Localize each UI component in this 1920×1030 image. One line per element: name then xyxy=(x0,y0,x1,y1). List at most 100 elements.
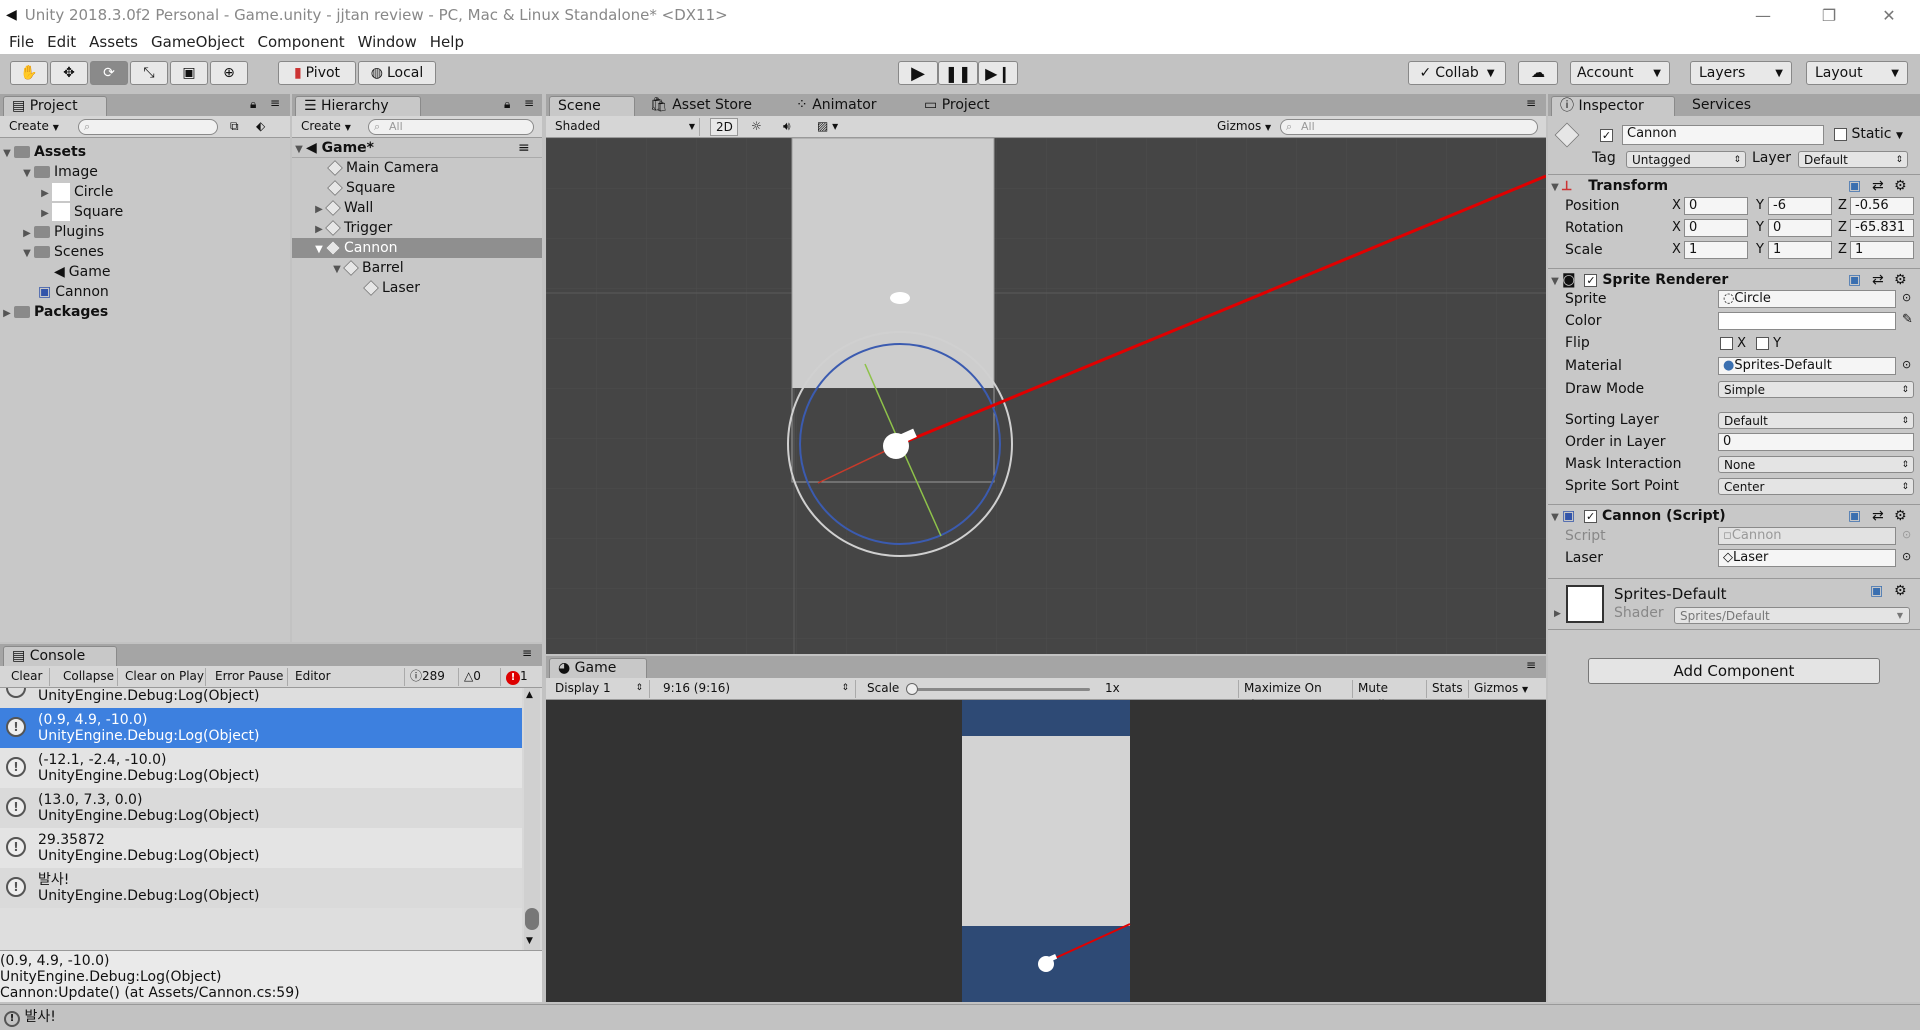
scene-root-game[interactable]: ▼ ◀ Game* ≡ xyxy=(292,138,542,158)
filter-label-icon[interactable]: ⬖ xyxy=(256,119,265,133)
console-log-count-toggle[interactable]: ⓘ289 xyxy=(404,668,454,686)
expand-arrow-icon[interactable]: ▶ xyxy=(1554,609,1561,619)
laser-field[interactable]: ◇Laser xyxy=(1718,549,1896,567)
panel-menu-icon[interactable]: ≡ xyxy=(270,96,280,110)
menu-help[interactable]: Help xyxy=(430,33,464,51)
restore-button[interactable]: ❐ xyxy=(1806,0,1852,30)
display-dropdown[interactable]: Display 1 ⇕ xyxy=(550,680,650,698)
log-entry[interactable]: ! (0.9, 4.9, -10.0) UnityEngine.Debug:Log(… xyxy=(0,708,522,748)
expand-arrow-icon[interactable]: ▼ xyxy=(0,144,14,164)
menu-component[interactable]: Component xyxy=(258,33,345,51)
expand-arrow-icon[interactable]: ▶ xyxy=(38,204,52,224)
log-entry[interactable]: ! (13.0, 7.3, 0.0) UnityEngine.Debug:Log(O… xyxy=(0,788,522,828)
filter-type-icon[interactable]: ⧉ xyxy=(230,119,239,134)
tab-hierarchy[interactable]: ☰ Hierarchy xyxy=(295,96,421,116)
active-toggle[interactable]: ✓ xyxy=(1600,127,1613,143)
tab-project-2[interactable]: ▭ Project xyxy=(916,96,1016,116)
console-warning-count-toggle[interactable]: △0 xyxy=(458,668,498,686)
tab-project[interactable]: ▤ Project xyxy=(3,96,107,116)
scale-x-input[interactable]: 1 xyxy=(1684,241,1748,259)
status-message[interactable]: 발사! xyxy=(24,1009,55,1025)
collab-button[interactable]: ✓ Collab ▼ xyxy=(1408,61,1506,85)
panel-menu-icon[interactable]: ≡ xyxy=(518,138,530,158)
expand-arrow-icon[interactable]: ▶ xyxy=(312,200,326,220)
game-viewport[interactable] xyxy=(546,700,1546,1002)
project-search-input[interactable]: ⌕ xyxy=(78,119,218,135)
project-item-cannon-script[interactable]: ▣ Cannon xyxy=(38,282,109,302)
static-toggle[interactable]: Static ▼ xyxy=(1834,126,1903,142)
scene-search-input[interactable]: ⌕ All xyxy=(1280,119,1538,135)
scene-viewport[interactable] xyxy=(546,138,1546,654)
scene-square-object[interactable] xyxy=(792,138,994,388)
tab-inspector[interactable]: ⓘ Inspector xyxy=(1551,96,1675,116)
expand-arrow-icon[interactable]: ▶ xyxy=(0,304,14,324)
toggle-2d-button[interactable]: 2D xyxy=(710,118,738,136)
panel-menu-icon[interactable]: ≡ xyxy=(522,646,532,660)
shader-dropdown[interactable]: Sprites/Default ▼ xyxy=(1674,607,1910,624)
preset-icon[interactable]: ⇄ xyxy=(1872,505,1884,527)
expand-arrow-icon[interactable]: ▶ xyxy=(38,184,52,204)
sprite-field[interactable]: ◌Circle xyxy=(1718,290,1896,308)
hierarchy-item-square[interactable]: Square xyxy=(327,178,395,198)
local-button[interactable]: ◍ Local xyxy=(358,61,436,85)
aspect-dropdown[interactable]: 9:16 (9:16) ⇕ xyxy=(658,680,856,698)
gear-icon[interactable]: ⚙ xyxy=(1894,269,1907,291)
hierarchy-item-trigger[interactable]: ▶ Trigger xyxy=(312,218,392,238)
console-clear-button[interactable]: Clear xyxy=(6,668,50,686)
gear-icon[interactable]: ⚙ xyxy=(1894,583,1907,599)
rotation-x-input[interactable]: 0 xyxy=(1684,219,1748,237)
tab-services[interactable]: Services xyxy=(1684,96,1794,116)
tab-animator[interactable]: ⁘ Animator xyxy=(788,96,888,116)
eyedropper-icon[interactable]: ✎ xyxy=(1902,312,1913,327)
play-button[interactable]: ▶ xyxy=(898,61,938,85)
color-swatch[interactable] xyxy=(1718,312,1896,330)
scale-z-input[interactable]: 1 xyxy=(1850,241,1914,259)
console-error-count-toggle[interactable]: ! 1 xyxy=(500,668,540,686)
project-item-game-scene[interactable]: ◀ Game xyxy=(54,262,110,282)
lock-icon[interactable]: 🔒︎ xyxy=(504,97,510,112)
position-z-input[interactable]: -0.56 xyxy=(1850,197,1914,215)
preset-icon[interactable]: ⇄ xyxy=(1872,175,1884,197)
pivot-button[interactable]: ▮ Pivot xyxy=(278,61,356,85)
position-y-input[interactable]: -6 xyxy=(1768,197,1832,215)
console-editor-dropdown[interactable]: Editor ▼ xyxy=(290,668,340,699)
scroll-down-arrow-icon[interactable]: ▼ xyxy=(526,936,533,946)
menu-file[interactable]: File xyxy=(9,33,34,51)
project-item-plugins[interactable]: ▶ Plugins xyxy=(20,222,104,242)
tab-game[interactable]: ◕ Game xyxy=(549,658,647,678)
expand-arrow-icon[interactable]: ▼ xyxy=(312,240,326,260)
lighting-icon[interactable]: ☼ xyxy=(746,118,772,136)
scale-tool-icon[interactable]: ⤡ xyxy=(130,61,168,85)
rotation-z-input[interactable]: -65.831 xyxy=(1850,219,1914,237)
layers-dropdown[interactable]: Layers ▼ xyxy=(1690,61,1792,85)
menu-window[interactable]: Window xyxy=(358,33,417,51)
hierarchy-item-cannon[interactable]: ▼ Cannon xyxy=(292,238,542,258)
rotate-tool-icon[interactable]: ⟳ xyxy=(90,61,128,85)
project-create-dropdown[interactable]: Create ▼ xyxy=(4,118,68,136)
tag-dropdown[interactable]: Untagged ⇕ xyxy=(1626,151,1746,168)
gear-icon[interactable]: ⚙ xyxy=(1894,175,1907,197)
log-entry[interactable]: ! 29.35872 UnityEngine.Debug:Log(Object) xyxy=(0,828,522,868)
project-item-packages[interactable]: ▶ Packages xyxy=(0,302,108,322)
expand-arrow-icon[interactable]: ▼ xyxy=(330,260,344,280)
material-field[interactable]: ●Sprites-Default xyxy=(1718,357,1896,375)
scroll-up-arrow-icon[interactable]: ▲ xyxy=(526,690,533,700)
expand-arrow-icon[interactable]: ▼ xyxy=(1548,271,1562,293)
hierarchy-item-laser[interactable]: Laser xyxy=(363,278,420,298)
flip-y-toggle[interactable]: Y xyxy=(1756,336,1781,351)
trigger-object[interactable] xyxy=(890,292,910,304)
project-item-image[interactable]: ▼ Image xyxy=(20,162,98,182)
scene-gizmos-dropdown[interactable]: Gizmos ▼ xyxy=(1212,118,1272,136)
object-picker-icon[interactable]: ⊙ xyxy=(1902,291,1911,304)
draw-mode-dropdown[interactable]: Simple ⇕ xyxy=(1718,381,1914,398)
console-log-list[interactable]: UnityEngine.Debug:Log(Object) ! (0.9, 4.9… xyxy=(0,688,522,950)
panel-menu-icon[interactable]: ≡ xyxy=(524,96,534,110)
console-collapse-button[interactable]: Collapse xyxy=(58,668,118,686)
expand-arrow-icon[interactable]: ▼ xyxy=(1548,507,1562,529)
flip-x-toggle[interactable]: X xyxy=(1720,336,1746,351)
sorting-layer-dropdown[interactable]: Default ⇕ xyxy=(1718,412,1914,429)
panel-menu-icon[interactable]: ≡ xyxy=(1526,658,1536,672)
flip-x-checkbox[interactable] xyxy=(1720,337,1733,350)
close-button[interactable]: ✕ xyxy=(1866,0,1912,30)
layout-dropdown[interactable]: Layout ▼ xyxy=(1806,61,1908,85)
